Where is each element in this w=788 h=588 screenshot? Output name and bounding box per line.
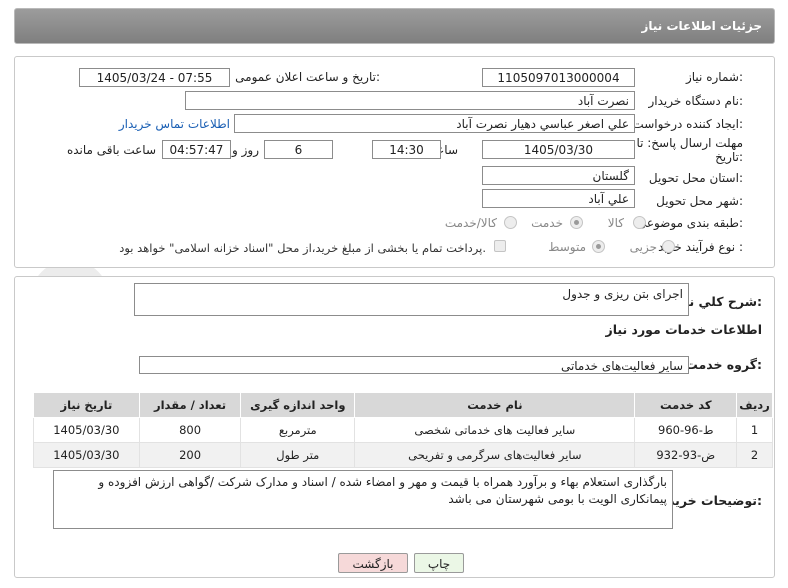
page-header: جزئیات اطلاعات نیاز (14, 8, 775, 44)
category-goods-service-radio[interactable] (504, 216, 517, 229)
category-service-label: خدمت (531, 216, 563, 230)
cell-need-date: 1405/03/30 (33, 442, 140, 468)
category-goods-service-label: کالا/خدمت (444, 216, 497, 230)
deadline-time-field: 14:30 (372, 140, 441, 159)
summary-field: اجرای بتن ریزی و جدول (134, 283, 689, 316)
remaining-days-label: روز و (232, 143, 259, 157)
requester-field: علي اصغر عباسي دهيار نصرت آباد (234, 114, 635, 133)
cell-quantity: 800 (138, 417, 242, 443)
deadline-label-line1: مهلت ارسال پاسخ: تا (636, 136, 743, 150)
remaining-time-field: 04:57:47 (162, 140, 231, 159)
cell-service-code: ض-93-932 (634, 442, 738, 468)
city-label: شهر محل تحویل: (656, 194, 743, 208)
cell-unit: مترمربع (240, 417, 356, 443)
services-table: ردیف کد خدمت نام خدمت واحد اندازه گیری ت… (33, 392, 773, 468)
payment-treasury-checkbox[interactable] (494, 240, 506, 252)
print-button[interactable]: چاپ (414, 553, 464, 573)
col-quantity: تعداد / مقدار (138, 392, 242, 418)
table-row: 1 ط-96-960 سایر فعالیت های خدماتی شخصی م… (33, 417, 773, 443)
announce-datetime-label: تاریخ و ساعت اعلان عمومی: (235, 70, 380, 84)
page-title: جزئیات اطلاعات نیاز (641, 19, 762, 33)
cell-row-number: 2 (736, 442, 773, 468)
province-field: گلستان (482, 166, 635, 185)
process-minor-radio[interactable] (662, 240, 675, 253)
cell-service-name: سایر فعالیت های خدماتی شخصی (354, 417, 636, 443)
deadline-label-line2: تاریخ: (715, 150, 743, 164)
process-minor-label: جزیی (629, 240, 657, 254)
col-service-code: کد خدمت (634, 392, 738, 418)
buyer-org-label: نام دستگاه خریدار: (648, 94, 744, 108)
process-medium-label: متوسط (548, 240, 586, 254)
category-goods-label: کالا (607, 216, 624, 230)
col-unit: واحد اندازه گیری (240, 392, 356, 418)
cell-need-date: 1405/03/30 (33, 417, 140, 443)
requester-label: ایجاد کننده درخواست: (632, 117, 743, 131)
buyer-org-field: نصرت آباد (185, 91, 635, 110)
category-service-radio[interactable] (570, 216, 583, 229)
services-section-title: اطلاعات خدمات مورد نیاز (605, 322, 763, 337)
payment-treasury-note: پرداخت تمام یا بخشی از مبلغ خرید،از محل … (119, 241, 486, 255)
cell-unit: متر طول (240, 442, 356, 468)
cell-service-code: ط-96-960 (634, 417, 738, 443)
announce-datetime-field: 1405/03/24 - 07:55 (79, 68, 230, 87)
table-row: 2 ض-93-932 سایر فعالیت‌های سرگرمی و تفری… (33, 442, 773, 468)
category-label: طبقه بندی موضوعی: (636, 216, 743, 230)
back-button[interactable]: بازگشت (338, 553, 408, 573)
service-group-label: گروه خدمت: (685, 357, 762, 372)
cell-service-name: سایر فعالیت‌های سرگرمی و تفریحی (354, 442, 636, 468)
col-service-name: نام خدمت (354, 392, 636, 418)
need-number-field: 1105097013000004 (482, 68, 635, 87)
buyer-contact-link[interactable]: اطلاعات تماس خریدار (119, 117, 230, 131)
province-label: استان محل تحویل: (648, 171, 743, 185)
process-medium-radio[interactable] (592, 240, 605, 253)
buyer-notes-field: بارگذاری استعلام بهاء و برآورد همراه با … (53, 470, 673, 529)
info-panel (14, 56, 775, 268)
service-group-field: سایر فعالیت‌های خدماتی (139, 356, 689, 374)
cell-quantity: 200 (138, 442, 242, 468)
city-field: علي آباد (482, 189, 635, 208)
remaining-days-field: 6 (264, 140, 333, 159)
col-row-number: ردیف (736, 392, 773, 418)
col-need-date: تاریخ نیاز (33, 392, 140, 418)
table-header-row: ردیف کد خدمت نام خدمت واحد اندازه گیری ت… (33, 392, 773, 418)
need-number-label: شماره نیاز: (685, 70, 743, 84)
remaining-time-label: ساعت باقی مانده (66, 143, 156, 157)
cell-row-number: 1 (736, 417, 773, 443)
category-goods-radio[interactable] (633, 216, 646, 229)
deadline-date-field: 1405/03/30 (482, 140, 635, 159)
